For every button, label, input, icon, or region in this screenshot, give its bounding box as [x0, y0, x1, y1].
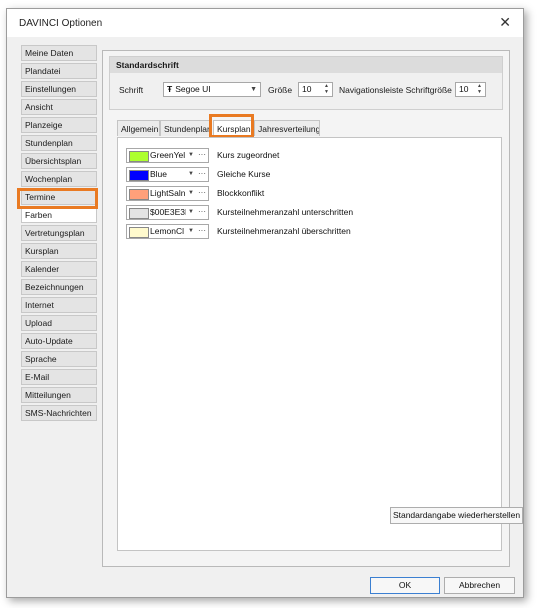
font-group-header: Standardschrift [110, 57, 502, 73]
title-bar: DAVINCI Optionen ✕ [7, 9, 523, 37]
close-icon[interactable]: ✕ [499, 14, 511, 31]
main-panel: Standardschrift Schrift Ŧ Segoe UI ▼ Größ… [102, 50, 523, 567]
sidebar-item-mitteilungen[interactable]: Mitteilungen [21, 387, 97, 403]
spin-arrows-icon[interactable]: ▲ ▼ [475, 83, 484, 95]
more-icon[interactable]: ··· [198, 225, 206, 236]
sidebar-item-sms-nachrichten[interactable]: SMS-Nachrichten [21, 405, 97, 421]
nav-size-value: 10 [459, 84, 469, 94]
size-value: 10 [302, 84, 312, 94]
kursplan-tab-panel: GreenYel ▼ ··· Kurs zugeordnet Blue ▼ ··… [117, 137, 523, 551]
sidebar-item-einstellungen[interactable]: Einstellungen [21, 81, 97, 97]
options-dialog: DAVINCI Optionen ✕ Meine Daten Plandatei… [6, 8, 524, 598]
chevron-down-icon[interactable]: ▼ [188, 225, 194, 238]
color-name: LemonCl [150, 226, 185, 236]
font-group: Standardschrift Schrift Ŧ Segoe UI ▼ Größ… [109, 56, 503, 110]
chevron-down-icon[interactable]: ▼ [188, 187, 194, 200]
more-icon[interactable]: ··· [198, 206, 206, 217]
chevron-down-icon[interactable]: ▼ [188, 206, 194, 219]
window-title: DAVINCI Optionen [19, 18, 103, 29]
sidebar-item-stundenplan[interactable]: Stundenplan [21, 135, 97, 151]
sidebar-item-vertretungsplan[interactable]: Vertretungsplan [21, 225, 97, 241]
sidebar-item-bezeichnungen[interactable]: Bezeichnungen [21, 279, 97, 295]
color-name: $00E3E3E [150, 207, 186, 217]
ok-button[interactable]: OK [370, 577, 440, 594]
color-picker[interactable]: Blue ▼ ··· [126, 167, 209, 182]
color-picker[interactable]: LemonCl ▼ ··· [126, 224, 209, 239]
sidebar-item-kalender[interactable]: Kalender [21, 261, 97, 277]
size-label: Größe [268, 85, 293, 95]
font-value: Segoe UI [175, 84, 211, 94]
sidebar-item-meine-daten[interactable]: Meine Daten [21, 45, 97, 61]
chevron-down-icon: ▼ [250, 86, 257, 93]
more-icon[interactable]: ··· [198, 187, 206, 198]
font-combobox[interactable]: Ŧ Segoe UI ▼ [163, 82, 261, 97]
color-picker[interactable]: $00E3E3E ▼ ··· [126, 205, 209, 220]
more-icon[interactable]: ··· [198, 149, 206, 160]
tab-allgemein[interactable]: Allgemein [117, 120, 160, 136]
sidebar: Meine Daten Plandatei Einstellungen Ansi… [21, 45, 97, 423]
cancel-button[interactable]: Abbrechen [444, 577, 515, 594]
color-swatch [129, 227, 149, 238]
font-type-icon: Ŧ [167, 84, 173, 94]
color-swatch [129, 208, 149, 219]
size-spinner[interactable]: 10 ▲ ▼ [298, 82, 333, 97]
color-swatch [129, 189, 149, 200]
color-description: Kurs zugeordnet [217, 150, 280, 160]
nav-size-spinner[interactable]: 10 ▲ ▼ [455, 82, 486, 97]
chevron-down-icon[interactable]: ▼ [188, 168, 194, 181]
chevron-down-icon[interactable]: ▼ [188, 149, 194, 162]
sidebar-item-upload[interactable]: Upload [21, 315, 97, 331]
restore-defaults-button[interactable]: Standardangabe wiederherstellen [390, 507, 523, 524]
sidebar-item-uebersichtsplan[interactable]: Übersichtsplan [21, 153, 97, 169]
color-name: Blue [150, 169, 168, 179]
color-description: Kursteilnehmeranzahl überschritten [217, 226, 351, 236]
sidebar-item-email[interactable]: E-Mail [21, 369, 97, 385]
color-name: GreenYel [150, 150, 186, 160]
sidebar-item-ansicht[interactable]: Ansicht [21, 99, 97, 115]
color-picker[interactable]: GreenYel ▼ ··· [126, 148, 209, 163]
color-description: Blockkonflikt [217, 188, 265, 198]
font-label: Schrift [119, 85, 144, 95]
sidebar-item-sprache[interactable]: Sprache [21, 351, 97, 367]
color-description: Gleiche Kurse [217, 169, 271, 179]
color-description: Kursteilnehmeranzahl unterschritten [217, 207, 354, 217]
tab-kursplan[interactable]: Kursplan [213, 120, 253, 136]
sidebar-item-auto-update[interactable]: Auto-Update [21, 333, 97, 349]
color-swatch [129, 151, 149, 162]
color-picker[interactable]: LightSaln ▼ ··· [126, 186, 209, 201]
sidebar-item-wochenplan[interactable]: Wochenplan [21, 171, 97, 187]
sidebar-item-kursplan[interactable]: Kursplan [21, 243, 97, 259]
sidebar-item-termine[interactable]: Termine [21, 189, 97, 205]
sidebar-item-internet[interactable]: Internet [21, 297, 97, 313]
sidebar-item-planzeige[interactable]: Planzeige [21, 117, 97, 133]
spin-arrows-icon[interactable]: ▲ ▼ [322, 83, 331, 95]
tab-stundenplan[interactable]: Stundenplan [160, 120, 212, 136]
color-name: LightSaln [150, 188, 186, 198]
color-swatch [129, 170, 149, 181]
sidebar-item-farben[interactable]: Farben [21, 207, 97, 223]
nav-size-label: Navigationsleiste Schriftgröße [339, 85, 452, 95]
tab-jahresverteilung[interactable]: Jahresverteilung [254, 120, 320, 136]
sidebar-item-plandatei[interactable]: Plandatei [21, 63, 97, 79]
dialog-client: Meine Daten Plandatei Einstellungen Ansi… [7, 37, 523, 597]
more-icon[interactable]: ··· [198, 168, 206, 179]
